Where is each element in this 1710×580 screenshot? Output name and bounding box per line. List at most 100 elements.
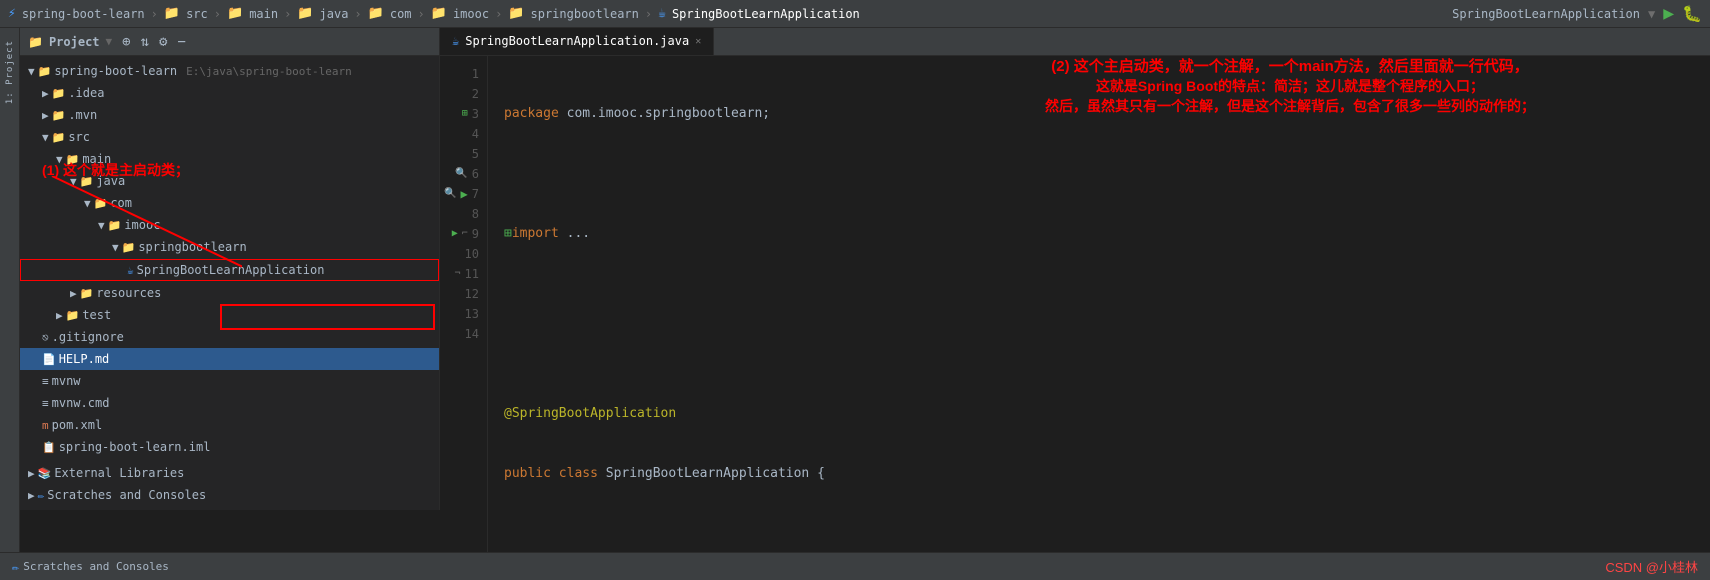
tree-item-mvnw-cmd[interactable]: ≡ mvnw.cmd (20, 392, 439, 414)
file-icon-app: ☕ (658, 6, 666, 21)
project-panel: 📁 Project ▼ ⊕ ⇅ ⚙ − ▼ 📁 spring-boot-lear… (20, 28, 440, 510)
tree-main-folder-icon: 📁 (66, 153, 80, 166)
toolbar-settings-btn[interactable]: ⚙ (159, 34, 167, 50)
tree-java-expand: ▼ (70, 175, 77, 188)
title-bar: ⚡ spring-boot-learn › 📁 src › 📁 main › 📁… (0, 0, 1710, 28)
breadcrumb-springbootlearn[interactable]: springbootlearn (531, 7, 639, 21)
code-line-2 (504, 164, 1710, 184)
fold-icon-9[interactable]: ⌐ (462, 224, 468, 244)
tab-close-btn[interactable]: ✕ (695, 36, 701, 47)
tree-item-external-libs[interactable]: ▶ 📚 External Libraries (20, 462, 439, 484)
breadcrumb-java[interactable]: java (320, 7, 349, 21)
line-num-1: 1 (440, 64, 487, 84)
tree-item-iml[interactable]: 📋 spring-boot-learn.iml (20, 436, 439, 458)
main-layout: 1: Project (1) 这个就是主启动类； 📁 Project ▼ ⊕ ⇅ (0, 28, 1710, 552)
tree-mvn-expand: ▶ (42, 109, 49, 122)
side-strip-label[interactable]: 1: Project (5, 40, 15, 104)
project-toolbar-dropdown[interactable]: ▼ (106, 35, 113, 48)
tree-item-root[interactable]: ▼ 📁 spring-boot-learn E:\java\spring-boo… (20, 60, 439, 82)
tree-sbl-expand: ▼ (112, 241, 119, 254)
line-num-8: 8 (440, 204, 487, 224)
breadcrumb-sep-6: › (495, 7, 502, 21)
code-content[interactable]: package com.imooc.springbootlearn; ⊞impo… (488, 56, 1710, 552)
run-config-dropdown[interactable]: ▼ (1648, 7, 1655, 21)
code-line-3: ⊞import ... (504, 224, 1710, 244)
line-num-10: 10 (440, 244, 487, 264)
project-name[interactable]: spring-boot-learn (22, 7, 145, 21)
tree-ext-label: External Libraries (54, 466, 184, 480)
tree-item-mvn[interactable]: ▶ 📁 .mvn (20, 104, 439, 126)
tab-label: SpringBootLearnApplication.java (465, 34, 689, 48)
tree-item-com[interactable]: ▼ 📁 com (20, 192, 439, 214)
tree-idea-folder-icon: 📁 (52, 87, 66, 100)
toolbar-sync-btn[interactable]: ⇅ (141, 34, 149, 50)
tree-item-mvnw[interactable]: ≡ mvnw (20, 370, 439, 392)
tree-item-src[interactable]: ▼ 📁 src (20, 126, 439, 148)
line-num-9: ▶ ⌐ 9 (440, 224, 487, 244)
tree-item-gitignore[interactable]: ⎋ .gitignore (20, 326, 439, 348)
folder-icon-springbootlearn: 📁 (508, 6, 524, 21)
code-editor[interactable]: 1 2 ⊞ 3 4 5 🔍 6 🔍 ▶ 7 8 (440, 56, 1710, 552)
tree-scratches-expand: ▶ (28, 489, 35, 502)
breadcrumb-main[interactable]: main (249, 7, 278, 21)
tree-mvnw-cmd-icon: ≡ (42, 397, 49, 410)
line-num-12: 12 (440, 284, 487, 304)
tree-java-folder-icon: 📁 (80, 175, 94, 188)
breadcrumb-com[interactable]: com (390, 7, 412, 21)
editor-tab-app[interactable]: ☕ SpringBootLearnApplication.java ✕ (440, 28, 714, 55)
scratches-bar-item[interactable]: ✏ Scratches and Consoles (12, 560, 169, 574)
debug-button[interactable]: 🐛 (1682, 4, 1702, 23)
tree-imooc-folder-icon: 📁 (108, 219, 122, 232)
tree-item-idea[interactable]: ▶ 📁 .idea (20, 82, 439, 104)
line-num-7: 🔍 ▶ 7 (440, 184, 487, 204)
tree-help-label: HELP.md (59, 352, 110, 366)
toolbar-minimize-btn[interactable]: − (177, 34, 185, 50)
gutter-icon-6[interactable]: 🔍 (455, 164, 467, 184)
tree-item-resources[interactable]: ▶ 📁 resources (20, 282, 439, 304)
tree-res-label: resources (96, 286, 161, 300)
tree-item-help[interactable]: 📄 HELP.md (20, 348, 439, 370)
breadcrumb-sep-3: › (284, 7, 291, 21)
breadcrumb-active-file: SpringBootLearnApplication (672, 7, 860, 21)
run-button[interactable]: ▶ (1663, 3, 1674, 24)
tree-sbl-label: springbootlearn (138, 240, 246, 254)
toolbar-new-btn[interactable]: ⊕ (122, 34, 130, 50)
tree-mvnw-cmd-label: mvnw.cmd (52, 396, 110, 410)
tree-com-label: com (110, 196, 132, 210)
folder-icon-com: 📁 (368, 6, 384, 21)
line-num-13: 13 (440, 304, 487, 324)
tree-root-expand-icon: ▼ (28, 65, 35, 78)
tree-test-label: test (82, 308, 111, 322)
tree-item-java[interactable]: ▼ 📁 java (20, 170, 439, 192)
fold-icon-3[interactable]: ⊞ (462, 104, 468, 124)
project-icon: ⚡ (8, 6, 16, 21)
fold-close-11[interactable]: ¬ (455, 264, 461, 284)
run-btn-9[interactable]: ▶ (452, 224, 458, 244)
folder-icon-imooc: 📁 (431, 6, 447, 21)
tree-item-pom[interactable]: m pom.xml (20, 414, 439, 436)
breadcrumb-imooc[interactable]: imooc (453, 7, 489, 21)
run-config-label[interactable]: SpringBootLearnApplication (1452, 7, 1640, 21)
tree-test-folder-icon: 📁 (66, 309, 80, 322)
line-num-11: ¬ 11 (440, 264, 487, 284)
tree-item-springbootlearn[interactable]: ▼ 📁 springbootlearn (20, 236, 439, 258)
tree-idea-label: .idea (68, 86, 104, 100)
tree-imooc-label: imooc (124, 218, 160, 232)
tree-scratches-label: Scratches and Consoles (47, 488, 206, 502)
run-btn-7[interactable]: ▶ (461, 184, 468, 204)
line-num-3: ⊞ 3 (440, 104, 487, 124)
tree-item-main[interactable]: ▼ 📁 main (20, 148, 439, 170)
tree-item-test[interactable]: ▶ 📁 test (20, 304, 439, 326)
project-toolbar: 📁 Project ▼ ⊕ ⇅ ⚙ − (20, 28, 439, 56)
tree-item-scratches[interactable]: ▶ ✏ Scratches and Consoles (20, 484, 439, 506)
project-toolbar-icon: 📁 (28, 35, 43, 49)
breadcrumb-src[interactable]: src (186, 7, 208, 21)
tree-item-imooc[interactable]: ▼ 📁 imooc (20, 214, 439, 236)
run-icon-7[interactable]: 🔍 (444, 184, 456, 204)
line-num-2: 2 (440, 84, 487, 104)
editor-area: (2) 这个主启动类，就一个注解，一个main方法，然后里面就一行代码， 这就是… (440, 28, 1710, 552)
tree-item-application[interactable]: ☕ SpringBootLearnApplication (20, 259, 439, 281)
folder-icon-src: 📁 (164, 6, 180, 21)
code-line-6: @SpringBootApplication (504, 404, 1710, 424)
tree-src-label: src (68, 130, 90, 144)
